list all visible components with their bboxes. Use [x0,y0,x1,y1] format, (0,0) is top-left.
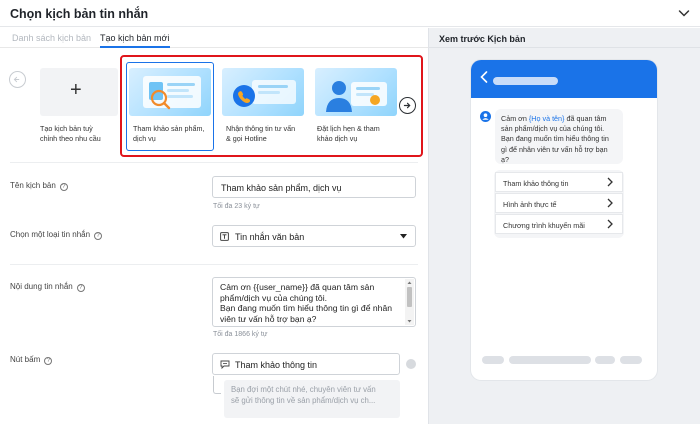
create-custom-label: Tạo kịch bản tuỳ chỉnh theo nhu cầu [40,124,101,143]
remove-button-icon[interactable] [406,359,416,369]
phone-call-illustration-icon [233,80,296,107]
create-custom-template-card[interactable]: + [40,68,118,116]
button-text-value: Tham khảo thông tin [235,360,318,370]
textarea-scrollbar[interactable] [405,279,414,325]
phone-input-placeholder [482,356,504,364]
message-type-label: Chọn một loại tin nhắn? [10,230,103,240]
preview-message-bubble: Cảm ơn {Họ và tên} đã quan tâm sản phẩm/… [495,109,623,164]
script-name-label: Tên kịch bản? [10,181,68,191]
template-label-appointment: Đặt lịch hẹn & tham khảo dịch vụ [317,124,380,143]
phone-input-placeholder [620,356,642,364]
modal-title: Chọn kịch bản tin nhắn [10,7,149,21]
divider [10,264,418,265]
chevron-right-icon [607,198,613,208]
script-name-hint: Tối đa 23 ký tự [213,203,260,210]
phone-input-placeholder [509,356,591,364]
carousel-prev-icon[interactable] [9,71,26,88]
chat-bubble-icon [220,360,230,369]
product-search-illustration-icon [143,76,201,110]
dropdown-caret-icon [400,234,407,239]
preview-title: Xem trước Kịch bản [439,34,526,44]
chevron-right-icon [607,219,613,229]
active-tab-indicator [100,46,170,48]
help-icon[interactable]: ? [59,183,68,191]
template-card-hotline[interactable] [222,68,304,116]
script-name-input[interactable]: Tham khảo sản phẩm, dịch vụ [212,176,416,198]
chevron-down-icon[interactable] [676,5,692,21]
preview-divider [429,47,700,48]
preview-button[interactable]: Hình ảnh thực tế [495,193,623,213]
message-content-hint: Tối đa 1866 ký tự [213,331,268,338]
template-card-product[interactable] [129,68,211,116]
plus-icon: + [70,79,82,101]
template-label-hotline: Nhận thông tin tư vấn & gọi Hotline [226,124,296,143]
preview-button[interactable]: Tham khảo thông tin [495,172,623,192]
template-card-appointment[interactable] [315,68,397,116]
template-label-product: Tham khảo sản phẩm, dịch vụ [133,124,205,143]
divider [10,162,418,163]
back-arrow-icon [480,71,488,83]
tab-script-list[interactable]: Danh sách kịch bản [12,33,91,43]
phone-input-placeholder [595,356,615,364]
message-content-textarea[interactable]: Cảm ơn {{user_name}} đã quan tâm sản phẩ… [212,277,416,327]
message-type-select[interactable]: Tin nhắn văn bản [212,225,416,247]
message-content-label: Nội dung tin nhắn? [10,282,85,292]
bot-avatar-icon [480,111,491,122]
message-type-value: Tin nhắn văn bản [235,232,305,242]
reply-connector [213,376,221,394]
help-icon[interactable]: ? [94,232,103,240]
auto-reply-textarea[interactable]: Bạn đợi một chút nhé, chuyên viên tư vấn… [224,380,400,418]
preview-button[interactable]: Chương trình khuyến mãi [495,214,623,234]
text-message-icon [220,232,229,241]
help-icon[interactable]: ? [76,284,85,292]
help-icon[interactable]: ? [44,357,53,365]
tab-bar: Danh sách kịch bản Tạo kịch bản mới [0,28,428,48]
chevron-right-icon [607,177,613,187]
phone-header [471,60,657,98]
button-label: Nút bấm? [10,355,53,365]
modal-header: Chọn kịch bản tin nhắn [0,0,700,27]
phone-header-placeholder [493,77,558,85]
carousel-next-icon[interactable] [399,97,416,114]
appointment-illustration-icon [326,81,387,112]
tab-new-script[interactable]: Tạo kịch bản mới [100,33,169,43]
button-text-input[interactable]: Tham khảo thông tin [212,353,400,375]
